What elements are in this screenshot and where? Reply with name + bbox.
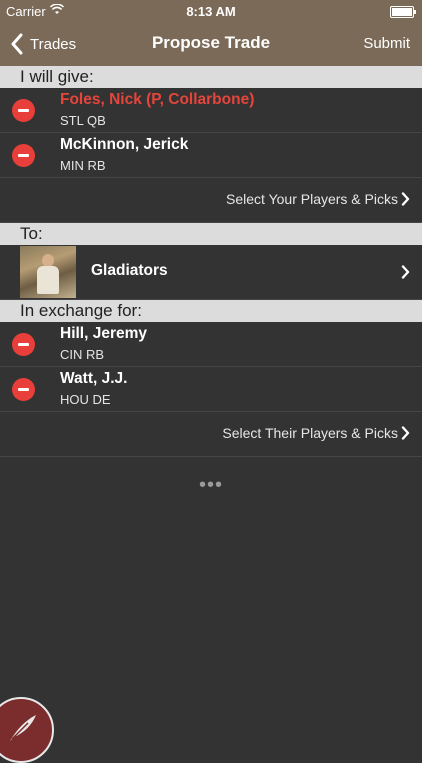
remove-icon[interactable] [12, 333, 35, 356]
clock: 8:13 AM [186, 4, 236, 19]
app-menu-button[interactable] [0, 697, 54, 763]
team-name: Gladiators [91, 262, 168, 279]
exchange-player-row[interactable]: Hill, Jeremy CIN RB [0, 322, 422, 367]
chevron-right-icon [401, 265, 410, 279]
give-section-header: I will give: [0, 66, 422, 88]
player-name: McKinnon, Jerick [60, 136, 189, 153]
battery-icon [390, 6, 416, 18]
player-team: CIN RB [60, 347, 105, 362]
remove-icon[interactable] [12, 378, 35, 401]
remove-icon[interactable] [12, 144, 35, 167]
remove-icon[interactable] [12, 99, 35, 122]
player-name: Foles, Nick (P, Collarbone) [60, 91, 255, 108]
select-their-players-link[interactable]: Select Their Players & Picks [222, 425, 398, 441]
give-player-row[interactable]: McKinnon, Jerick MIN RB [0, 133, 422, 178]
chevron-right-icon [401, 426, 410, 440]
exchange-player-row[interactable]: Watt, J.J. HOU DE [0, 367, 422, 412]
player-name: Watt, J.J. [60, 370, 128, 387]
more-options-button[interactable]: ••• [0, 474, 422, 497]
select-your-players-link[interactable]: Select Your Players & Picks [226, 191, 398, 207]
select-their-players-row[interactable]: Select Their Players & Picks [0, 412, 422, 457]
team-row[interactable]: Gladiators [0, 245, 422, 300]
select-your-players-row[interactable]: Select Your Players & Picks [0, 178, 422, 223]
to-section-header: To: [0, 223, 422, 245]
team-avatar [20, 246, 76, 298]
player-team: MIN RB [60, 158, 106, 173]
exchange-header-label: In exchange for: [20, 301, 142, 320]
exchange-section-header: In exchange for: [0, 300, 422, 322]
submit-button[interactable]: Submit [363, 35, 410, 52]
player-team: HOU DE [60, 392, 111, 407]
feather-icon [10, 715, 36, 741]
to-header-label: To: [20, 224, 43, 243]
give-player-row[interactable]: Foles, Nick (P, Collarbone) STL QB [0, 88, 422, 133]
player-name: Hill, Jeremy [60, 325, 148, 342]
chevron-right-icon [401, 192, 410, 206]
page-title: Propose Trade [151, 33, 271, 52]
player-team: STL QB [60, 113, 106, 128]
nav-bar: Trades Propose Trade Submit [0, 22, 422, 66]
status-bar: Carrier 8:13 AM [0, 0, 422, 22]
give-header-label: I will give: [20, 67, 94, 86]
